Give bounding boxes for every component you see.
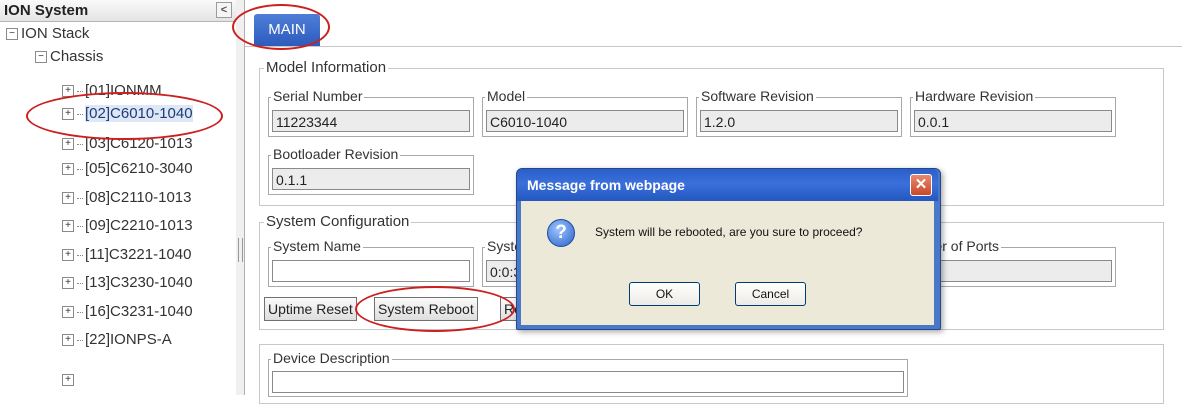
system-reboot-button[interactable]: System Reboot xyxy=(374,297,478,321)
expand-icon[interactable]: + xyxy=(62,220,74,233)
collapse-icon[interactable]: − xyxy=(6,28,18,41)
tree-panel: ION System < − ION Stack − Chassis + [01]IO… xyxy=(0,0,237,395)
bootloader-revision-label: Bootloader Revision xyxy=(271,146,401,162)
tree-connector xyxy=(77,311,83,313)
expand-icon[interactable]: + xyxy=(62,108,74,121)
system-name-label: System Name xyxy=(271,238,363,254)
device-description-label: Device Description xyxy=(271,350,392,366)
device-description-fieldset: Device Description xyxy=(268,350,908,397)
serial-number-fieldset: Serial Number 11223344 xyxy=(268,88,474,137)
expand-icon[interactable]: + xyxy=(62,374,74,386)
tree-item-slot-16[interactable]: + [16]C3231-1040 xyxy=(62,301,193,323)
tree-item-slot-11[interactable]: + [11]C3221-1040 xyxy=(62,244,191,266)
number-of-ports-field xyxy=(914,260,1112,282)
tree-item-slot-05[interactable]: + [05]C6210-3040 xyxy=(62,158,193,180)
tree-item-slot-08[interactable]: + [08]C2110-1013 xyxy=(62,187,191,209)
expand-icon[interactable]: + xyxy=(62,192,74,205)
hardware-revision-fieldset: Hardware Revision 0.0.1 xyxy=(910,88,1116,137)
software-revision-field: 1.2.0 xyxy=(700,110,898,132)
tree-item-chassis[interactable]: − Chassis xyxy=(35,46,103,68)
tree-connector xyxy=(77,143,83,145)
panel-splitter[interactable] xyxy=(236,0,245,395)
device-description-input[interactable] xyxy=(272,371,904,393)
tree-connector xyxy=(77,168,83,170)
expand-icon[interactable]: + xyxy=(62,85,74,98)
expand-icon[interactable]: + xyxy=(62,163,74,176)
system-name-input[interactable] xyxy=(272,260,470,282)
expand-icon[interactable]: + xyxy=(62,138,74,151)
collapse-icon[interactable]: − xyxy=(35,51,47,64)
model-information-title: Model Information xyxy=(264,59,389,76)
serial-number-field: 11223344 xyxy=(272,110,470,132)
ok-button[interactable]: OK xyxy=(629,282,700,306)
hardware-revision-field: 0.0.1 xyxy=(914,110,1112,132)
question-icon: ? xyxy=(547,219,575,247)
device-description-group: Device Description xyxy=(259,344,1164,404)
tab-strip: MAIN xyxy=(245,0,1182,47)
tree-panel-header: ION System < xyxy=(0,0,236,22)
system-name-fieldset: System Name xyxy=(268,238,474,287)
splitter-grip-icon[interactable] xyxy=(238,238,243,262)
software-revision-fieldset: Software Revision 1.2.0 xyxy=(696,88,902,137)
model-field: C6010-1040 xyxy=(486,110,684,132)
expand-icon[interactable]: + xyxy=(62,306,74,319)
hardware-revision-label: Hardware Revision xyxy=(913,88,1036,104)
confirm-dialog: Message from webpage ✕ ? System will be … xyxy=(516,168,941,330)
tree-item-slot-02[interactable]: + [02]C6010-1040 xyxy=(62,103,193,125)
tree-item-ion-stack[interactable]: − ION Stack xyxy=(6,23,89,45)
serial-number-label: Serial Number xyxy=(271,88,365,104)
tree-connector xyxy=(77,90,83,92)
tree-connector xyxy=(77,339,83,341)
dialog-message: System will be rebooted, are you sure to… xyxy=(595,225,863,239)
close-icon[interactable]: ✕ xyxy=(910,174,932,196)
collapse-panel-button[interactable]: < xyxy=(216,2,232,18)
tree-item-slot-01[interactable]: + [01]IONMM xyxy=(62,80,162,102)
expand-icon[interactable]: + xyxy=(62,334,74,347)
dialog-body: ? System will be rebooted, are you sure … xyxy=(521,201,934,325)
tree-item-slot-09[interactable]: + [09]C2210-1013 xyxy=(62,215,193,237)
tree-connector xyxy=(77,282,83,284)
dialog-title: Message from webpage xyxy=(527,177,685,193)
tree-connector xyxy=(77,254,83,256)
model-fieldset: Model C6010-1040 xyxy=(482,88,688,137)
cancel-button[interactable]: Cancel xyxy=(735,282,806,306)
tree-item-slot-22[interactable]: + [22]IONPS-A xyxy=(62,329,172,351)
dialog-titlebar[interactable]: Message from webpage ✕ xyxy=(517,169,938,201)
tree-item-slot-03[interactable]: + [03]C6120-1013 xyxy=(62,133,193,155)
expand-icon[interactable]: + xyxy=(62,277,74,290)
tree-connector xyxy=(77,225,83,227)
tree-panel-title: ION System xyxy=(4,2,89,19)
bootloader-revision-field: 0.1.1 xyxy=(272,168,470,190)
tab-main[interactable]: MAIN xyxy=(254,14,320,46)
tree-item-partial[interactable]: + xyxy=(62,358,77,395)
bootloader-revision-fieldset: Bootloader Revision 0.1.1 xyxy=(268,146,474,195)
tree-connector xyxy=(77,113,83,115)
tree-connector xyxy=(77,197,83,199)
uptime-reset-button[interactable]: Uptime Reset xyxy=(264,297,357,321)
expand-icon[interactable]: + xyxy=(62,249,74,262)
system-configuration-title: System Configuration xyxy=(264,213,412,230)
tree-item-slot-13[interactable]: + [13]C3230-1040 xyxy=(62,272,193,294)
model-label: Model xyxy=(485,88,528,104)
software-revision-label: Software Revision xyxy=(699,88,816,104)
